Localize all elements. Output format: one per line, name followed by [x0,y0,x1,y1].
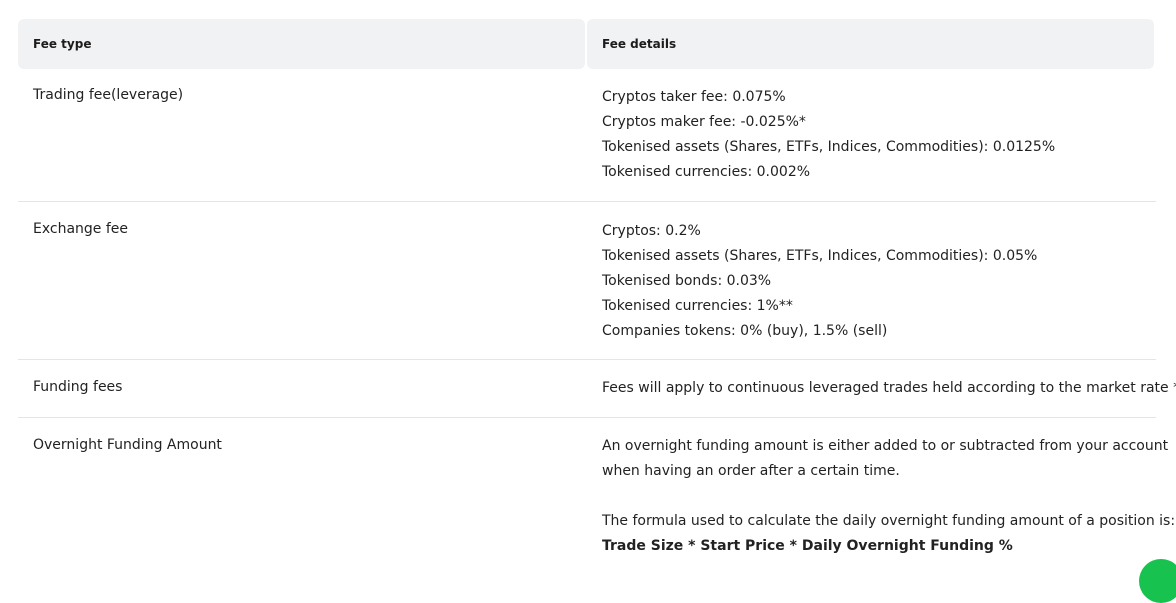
fee-type-cell: Exchange fee [33,221,129,237]
funding-formula: Trade Size * Start Price * Daily Overnig… [602,538,1013,554]
column-header-fee-type: Fee type [18,19,585,69]
fees-table: Fee type Fee details Trading fee(leverag… [18,19,1176,578]
table-header: Fee type Fee details [18,19,1156,69]
table-row: Funding fees Fees will apply to continuo… [18,360,1176,418]
table-row: Exchange fee Cryptos: 0.2% Tokenised ass… [18,202,1156,360]
fee-detail-line: when having an order after a certain tim… [602,463,900,479]
fee-detail-line: Fees will apply to continuous leveraged … [602,380,1176,396]
fee-detail-line: The formula used to calculate the daily … [602,513,1176,529]
fee-detail-line: Cryptos maker fee: -0.025%* [602,114,806,130]
fee-detail-line: Companies tokens: 0% (buy), 1.5% (sell) [602,323,888,339]
fee-details-cell: Cryptos: 0.2% Tokenised assets (Shares, … [602,219,1037,344]
fee-detail-line: Tokenised assets (Shares, ETFs, Indices,… [602,248,1038,264]
fee-detail-line: Tokenised currencies: 0.002% [602,164,811,180]
fee-detail-line: Tokenised currencies: 1%** [602,298,793,314]
fee-type-cell: Trading fee(leverage) [33,87,184,103]
fee-type-cell: Overnight Funding Amount [33,437,222,453]
fee-details-cell: Fees will apply to continuous leveraged … [602,376,1176,401]
fee-detail-line: Tokenised bonds: 0.03% [602,273,772,289]
column-header-fee-details: Fee details [587,19,1154,69]
fee-detail-line: An overnight funding amount is either ad… [602,438,1169,454]
fee-detail-line: Cryptos: 0.2% [602,223,701,239]
fee-details-cell: Cryptos taker fee: 0.075% Cryptos maker … [602,85,1055,185]
table-row: Trading fee(leverage) Cryptos taker fee:… [18,69,1156,202]
fee-type-cell: Funding fees [33,379,123,395]
chat-bubble-icon[interactable] [1139,559,1176,603]
table-row: Overnight Funding Amount An overnight fu… [18,418,1175,578]
fee-detail-line: Tokenised assets (Shares, ETFs, Indices,… [602,139,1056,155]
fee-detail-line: Cryptos taker fee: 0.075% [602,89,786,105]
fee-details-cell: An overnight funding amount is either ad… [602,434,1175,559]
